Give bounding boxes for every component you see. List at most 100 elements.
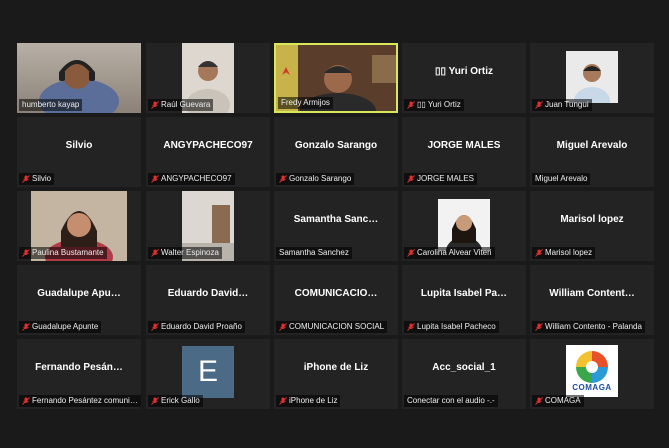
participant-name-label: Gonzalo Sarango xyxy=(276,173,355,185)
muted-mic-icon xyxy=(279,175,287,183)
logo-text: COMAGA xyxy=(572,383,612,392)
participant-label-text: Samantha Sanchez xyxy=(279,248,349,257)
muted-mic-icon xyxy=(151,323,159,331)
muted-mic-icon xyxy=(407,249,415,257)
participant-tile-william[interactable]: William Content… William Contento - Palan… xyxy=(530,265,654,335)
participant-tile-fredy[interactable]: Fredy Armijos xyxy=(274,43,398,113)
participant-display-name: COMUNICACIO… xyxy=(294,287,378,299)
participant-tile-juan[interactable]: Juan Tungui xyxy=(530,43,654,113)
participant-name-label: ▯▯ Yuri Ortiz xyxy=(404,99,464,111)
participant-tile-eduardo[interactable]: Eduardo David… Eduardo David Proaño xyxy=(146,265,270,335)
participant-name-label: Raúl Guevara xyxy=(148,99,214,111)
participant-label-text: Juan Tungui xyxy=(545,100,589,109)
participant-tile-silvio[interactable]: Silvio Silvio xyxy=(17,117,141,187)
muted-mic-icon xyxy=(535,101,543,109)
participant-display-name: ANGYPACHECO97 xyxy=(163,139,253,151)
participant-tile-jorge[interactable]: JORGE MALES JORGE MALES xyxy=(402,117,526,187)
participant-display-name: Guadalupe Apu… xyxy=(37,287,121,299)
participant-label-text: Fredy Armijos xyxy=(281,98,330,107)
participant-name-label: Paulina Bustamante xyxy=(19,247,107,259)
participant-tile-angy[interactable]: ANGYPACHECO97 ANGYPACHECO97 xyxy=(146,117,270,187)
participant-tile-raul[interactable]: Raúl Guevara xyxy=(146,43,270,113)
participant-name-label: Lupita Isabel Pacheco xyxy=(404,321,499,333)
participant-tile-erick[interactable]: E Erick Gallo xyxy=(146,339,270,409)
participant-display-name: Gonzalo Sarango xyxy=(294,139,378,151)
participant-tile-samantha[interactable]: Samantha Sanc… Samantha Sanchez xyxy=(274,191,398,261)
participant-tile-comunicacion[interactable]: COMUNICACIO… COMUNICACION SOCIAL xyxy=(274,265,398,335)
muted-mic-icon xyxy=(151,175,159,183)
participant-name-label: William Contento - Palanda xyxy=(532,321,645,333)
participant-tile-yuri[interactable]: ▯▯ Yuri Ortiz ▯▯ Yuri Ortiz xyxy=(402,43,526,113)
muted-mic-icon xyxy=(407,175,415,183)
participant-name-label: Juan Tungui xyxy=(532,99,592,111)
participant-name-label: JORGE MALES xyxy=(404,173,477,185)
participant-name-label: Eduardo David Proaño xyxy=(148,321,245,333)
participant-name-label: Silvio xyxy=(19,173,55,185)
muted-mic-icon xyxy=(151,397,159,405)
participant-tile-walter[interactable]: Walter Espinoza xyxy=(146,191,270,261)
participant-label-text: Silvio xyxy=(32,174,52,183)
muted-mic-icon xyxy=(151,249,159,257)
participant-display-name: iPhone de Liz xyxy=(303,361,369,373)
participant-tile-gonzalo[interactable]: Gonzalo Sarango Gonzalo Sarango xyxy=(274,117,398,187)
comaga-logo: COMAGA xyxy=(566,345,618,397)
muted-mic-icon xyxy=(22,175,30,183)
participant-label-text: Conectar con el audio -.- xyxy=(407,396,495,405)
participant-tile-carolina[interactable]: Carolina Alvear Viteri xyxy=(402,191,526,261)
participant-display-name: Eduardo David… xyxy=(167,287,249,299)
participant-tile-paulina[interactable]: Paulina Bustamante xyxy=(17,191,141,261)
participant-tile-miguel[interactable]: Miguel Arevalo Miguel Arevalo xyxy=(530,117,654,187)
participant-label-text: Erick Gallo xyxy=(161,396,200,405)
participant-tile-fernando[interactable]: Fernando Pesán… Fernando Pesántez comuni… xyxy=(17,339,141,409)
muted-mic-icon xyxy=(279,397,287,405)
avatar: E xyxy=(182,346,234,398)
participant-display-name: Fernando Pesán… xyxy=(35,361,123,373)
participant-label-text: Walter Espinoza xyxy=(161,248,219,257)
participant-tile-acc[interactable]: Acc_social_1 Conectar con el audio -.- xyxy=(402,339,526,409)
participant-label-text: JORGE MALES xyxy=(417,174,474,183)
muted-mic-icon xyxy=(22,323,30,331)
participant-tile-comaga[interactable]: COMAGA COMAGA xyxy=(530,339,654,409)
video-feed xyxy=(438,199,490,251)
participant-label-text: Miguel Arevalo xyxy=(535,174,588,183)
participant-display-name: JORGE MALES xyxy=(427,139,501,151)
participant-name-label: COMAGA xyxy=(532,395,584,407)
participant-display-name: William Content… xyxy=(549,287,635,299)
muted-mic-icon xyxy=(535,323,543,331)
participant-name-label: Marisol lopez xyxy=(532,247,596,259)
participant-label-text: Lupita Isabel Pacheco xyxy=(417,322,496,331)
participant-label-text: Raúl Guevara xyxy=(161,100,211,109)
participant-name-label: COMUNICACION SOCIAL xyxy=(276,321,388,333)
participant-name-label: Carolina Alvear Viteri xyxy=(404,247,495,259)
participant-label-text: Carolina Alvear Viteri xyxy=(417,248,492,257)
participant-name-label: Samantha Sanchez xyxy=(276,247,352,259)
participant-tile-iphone[interactable]: iPhone de Liz iPhone de Liz xyxy=(274,339,398,409)
participant-name-label: Fernando Pesántez comuni… xyxy=(19,395,141,407)
participant-label-text: ANGYPACHECO97 xyxy=(161,174,232,183)
muted-mic-icon xyxy=(151,101,159,109)
participant-label-text: COMUNICACION SOCIAL xyxy=(289,322,385,331)
muted-mic-icon xyxy=(535,249,543,257)
participant-name-label: iPhone de Liz xyxy=(276,395,341,407)
muted-mic-icon xyxy=(22,397,30,405)
participant-name-label: ANGYPACHECO97 xyxy=(148,173,235,185)
participant-display-name: Lupita Isabel Pa… xyxy=(420,287,508,299)
gallery-view-grid: humberto kayap Raúl Guevara Fredy Armijos ▯… xyxy=(0,0,669,448)
participant-label-text: Fernando Pesántez comuni… xyxy=(32,396,138,405)
participant-tile-marisol[interactable]: Marisol lopez Marisol lopez xyxy=(530,191,654,261)
participant-tile-humberto[interactable]: humberto kayap xyxy=(17,43,141,113)
participant-label-text: iPhone de Liz xyxy=(289,396,338,405)
participant-name-label: Fredy Armijos xyxy=(278,97,333,109)
participant-label-text: Eduardo David Proaño xyxy=(161,322,242,331)
participant-tile-lupita[interactable]: Lupita Isabel Pa… Lupita Isabel Pacheco xyxy=(402,265,526,335)
muted-mic-icon xyxy=(22,249,30,257)
muted-mic-icon xyxy=(407,101,415,109)
participant-name-label: Erick Gallo xyxy=(148,395,203,407)
participant-label-text: Marisol lopez xyxy=(545,248,593,257)
video-feed xyxy=(566,51,618,103)
participant-display-name: Silvio xyxy=(65,139,93,151)
participant-tile-guadalupe[interactable]: Guadalupe Apu… Guadalupe Apunte xyxy=(17,265,141,335)
muted-mic-icon xyxy=(535,397,543,405)
participant-label-text: William Contento - Palanda xyxy=(545,322,642,331)
participant-label-text: COMAGA xyxy=(545,396,581,405)
